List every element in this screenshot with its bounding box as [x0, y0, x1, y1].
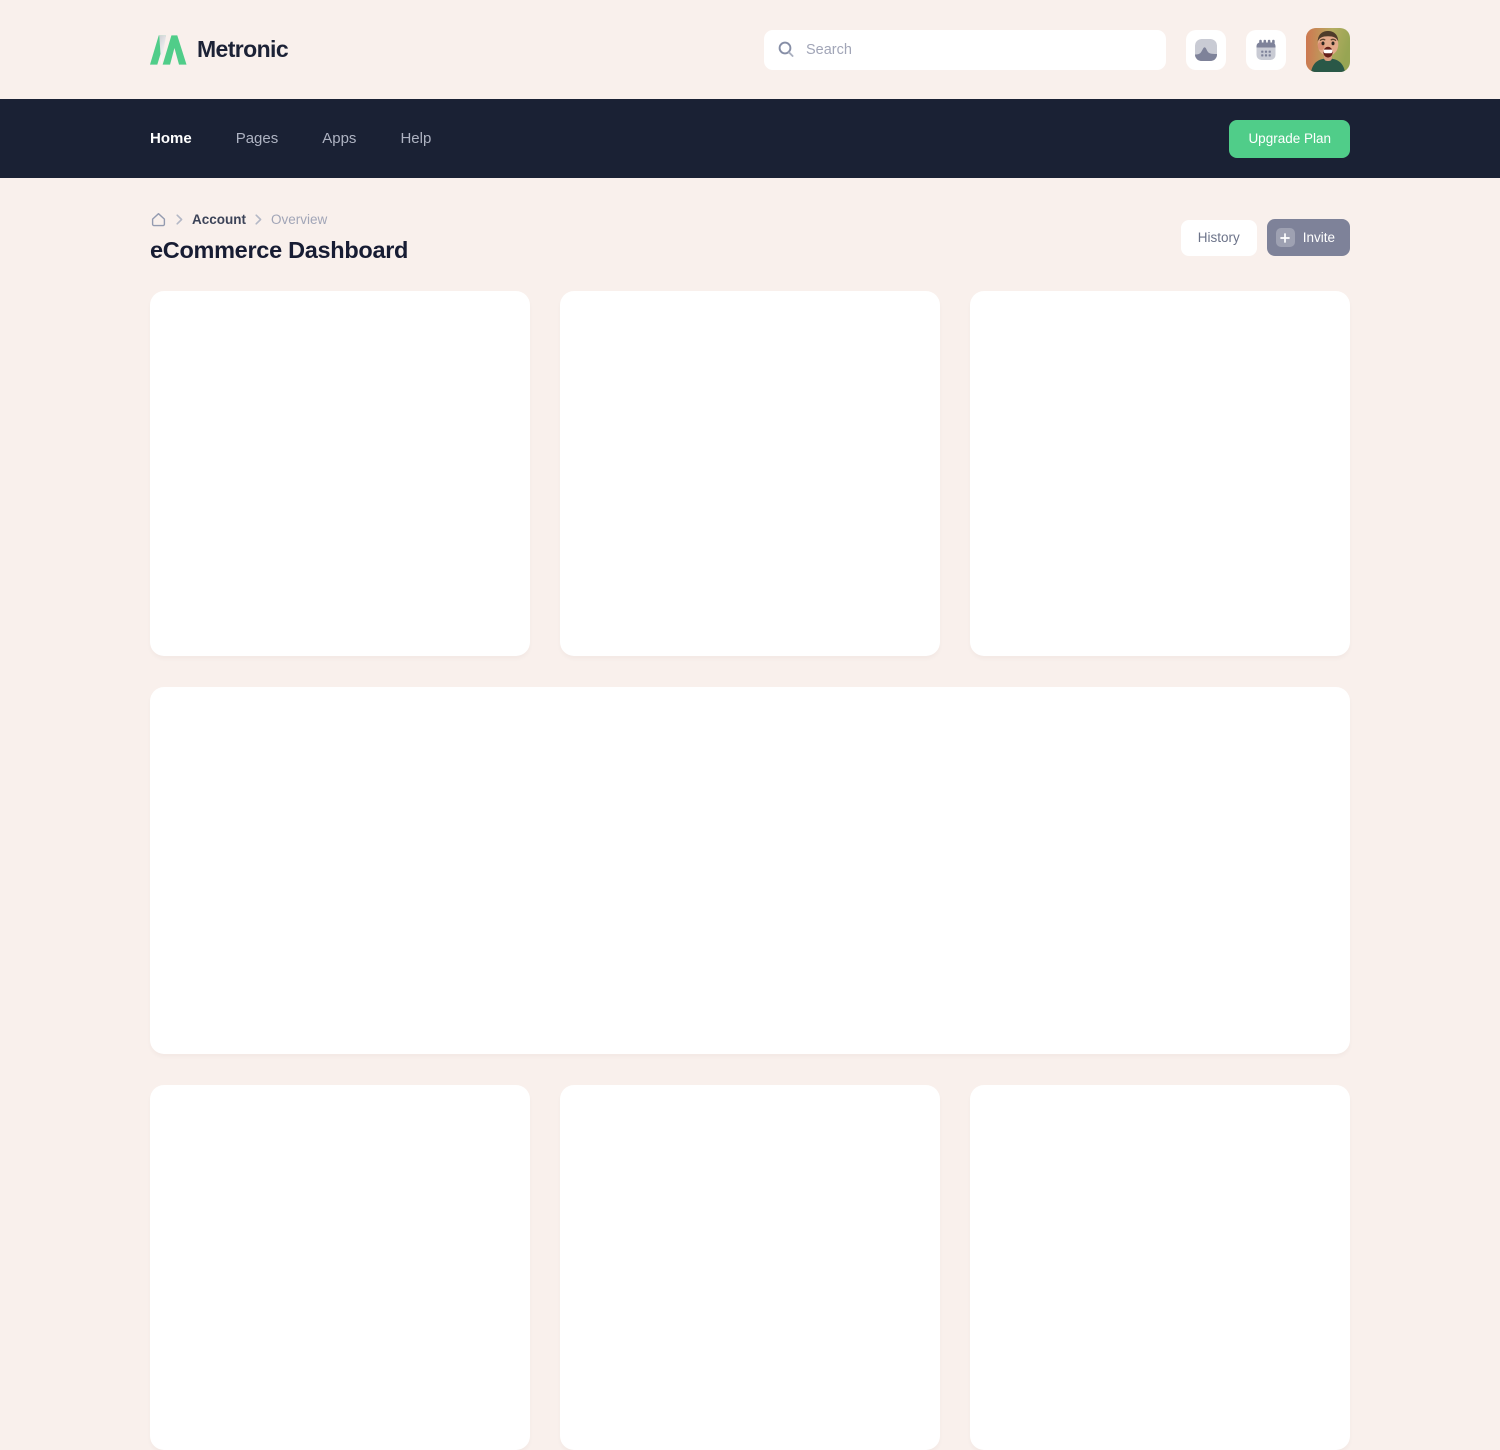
user-avatar[interactable]	[1306, 28, 1350, 72]
nav-item-home[interactable]: Home	[150, 130, 192, 147]
search-input[interactable]	[806, 42, 1153, 58]
logo-text: Metronic	[197, 36, 288, 63]
page-actions: History Invite	[1181, 219, 1350, 256]
page-content: Account Overview eCommerce Dashboard His…	[0, 178, 1500, 1450]
dashboard-card-3	[970, 291, 1350, 656]
nav-item-apps[interactable]: Apps	[322, 130, 356, 147]
activity-chart-button[interactable]	[1186, 30, 1226, 70]
top-header: Metronic	[0, 0, 1500, 99]
chevron-right-icon	[176, 214, 183, 225]
plus-icon	[1276, 228, 1295, 247]
chevron-right-icon	[255, 214, 262, 225]
page-title: eCommerce Dashboard	[150, 237, 408, 264]
home-icon[interactable]	[150, 211, 167, 228]
breadcrumb-overview: Overview	[271, 212, 327, 227]
metronic-logo[interactable]: Metronic	[150, 35, 288, 65]
page-heading-block: Account Overview eCommerce Dashboard	[150, 211, 408, 264]
dashboard-card-4	[150, 1085, 530, 1450]
cards-row-top	[150, 291, 1350, 656]
dashboard-card-wide	[150, 687, 1350, 1054]
header-actions	[764, 28, 1350, 72]
search-bar[interactable]	[764, 30, 1166, 70]
invite-button[interactable]: Invite	[1267, 219, 1350, 256]
cards-row-bottom	[150, 1085, 1350, 1450]
main-navbar: Home Pages Apps Help Upgrade Plan	[0, 99, 1500, 178]
upgrade-plan-button[interactable]: Upgrade Plan	[1229, 120, 1350, 158]
breadcrumb-account[interactable]: Account	[192, 212, 246, 227]
search-icon	[777, 40, 796, 59]
page-header-row: Account Overview eCommerce Dashboard His…	[150, 211, 1350, 264]
dashboard-card-1	[150, 291, 530, 656]
dashboard-card-2	[560, 291, 940, 656]
breadcrumb: Account Overview	[150, 211, 408, 228]
nav-menu: Home Pages Apps Help	[150, 130, 431, 147]
dashboard-card-6	[970, 1085, 1350, 1450]
nav-item-pages[interactable]: Pages	[236, 130, 279, 147]
history-button[interactable]: History	[1181, 220, 1257, 256]
dashboard-card-5	[560, 1085, 940, 1450]
invite-button-label: Invite	[1303, 230, 1335, 245]
metronic-logo-icon	[150, 35, 187, 65]
nav-item-help[interactable]: Help	[400, 130, 431, 147]
calendar-button[interactable]	[1246, 30, 1286, 70]
